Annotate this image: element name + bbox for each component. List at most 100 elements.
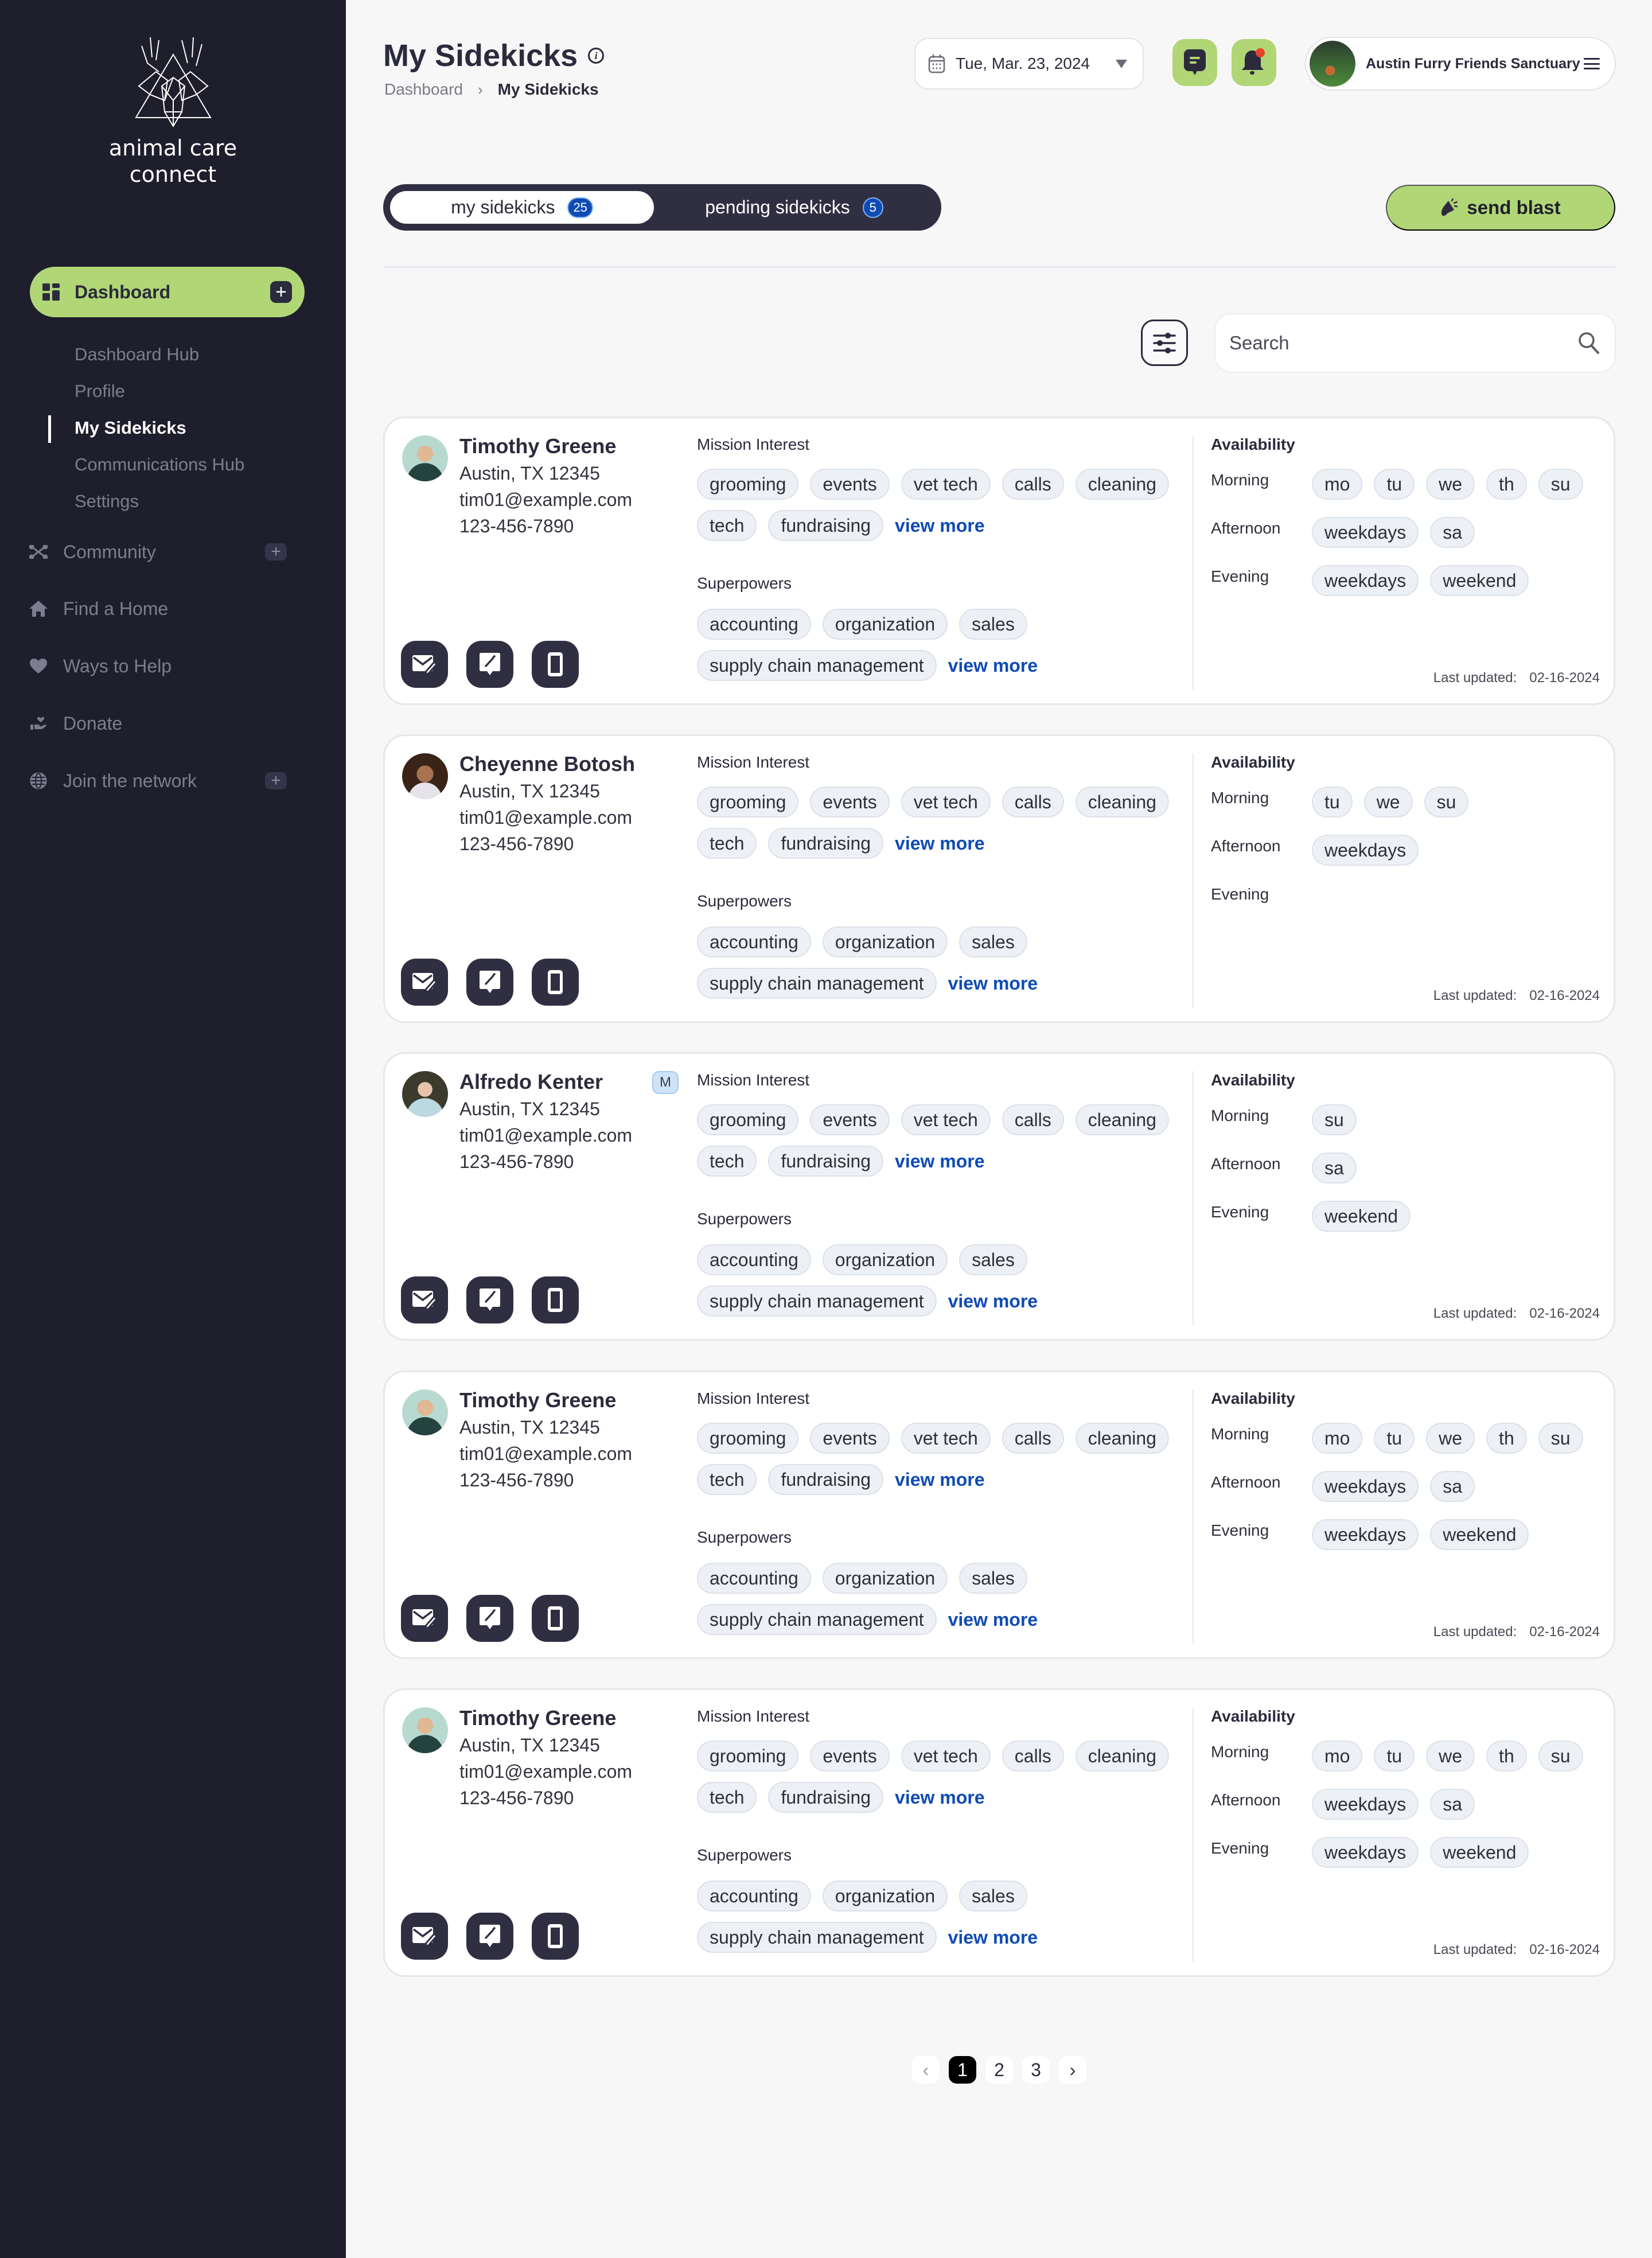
sidebar-subitem-settings[interactable]: Settings — [48, 486, 244, 523]
sidekick-email[interactable]: tim01@example.com — [459, 1125, 632, 1146]
org-profile-menu[interactable]: Austin Furry Friends Sanctuary — [1305, 37, 1616, 91]
sidekick-phone[interactable]: 123-456-7890 — [459, 516, 574, 537]
view-more-link[interactable]: view more — [895, 510, 985, 541]
call-button[interactable] — [532, 1913, 579, 1960]
dashboard-submenu: Dashboard Hub Profile My Sidekicks Commu… — [48, 340, 244, 523]
email-button[interactable] — [401, 1595, 448, 1642]
prev-page-button[interactable]: ‹ — [912, 2056, 940, 2084]
mission-interest-tag: events — [810, 787, 890, 817]
page-3-button[interactable]: 3 — [1022, 2056, 1050, 2084]
slot-label: Morning — [1211, 1425, 1269, 1443]
sidebar-item-donate[interactable]: Donate — [29, 706, 287, 741]
email-button[interactable] — [401, 1276, 448, 1323]
tab-my-sidekicks[interactable]: my sidekicks 25 — [390, 191, 654, 224]
call-button[interactable] — [532, 641, 579, 688]
message-button[interactable] — [466, 1913, 513, 1960]
notifications-button[interactable] — [1232, 39, 1276, 86]
call-button[interactable] — [532, 1276, 579, 1323]
call-button[interactable] — [532, 1595, 579, 1642]
superpower-tag: accounting — [697, 609, 811, 640]
sidekick-phone[interactable]: 123-456-7890 — [459, 1151, 574, 1173]
message-button[interactable] — [466, 1276, 513, 1323]
tab-pending-sidekicks[interactable]: pending sidekicks 5 — [654, 191, 934, 224]
superpower-tag: organization — [822, 926, 948, 957]
sidebar-subitem-dashboard-hub[interactable]: Dashboard Hub — [48, 340, 244, 376]
slot-label: Evening — [1211, 1839, 1269, 1857]
message-button[interactable] — [466, 959, 513, 1006]
sidekick-name[interactable]: Timothy Greene — [459, 434, 616, 458]
email-button[interactable] — [401, 959, 448, 1006]
sidekick-avatar[interactable] — [402, 435, 448, 481]
expand-dashboard-button[interactable]: + — [270, 281, 292, 303]
brand-name-line1: animal care — [108, 135, 237, 161]
sidebar-item-dashboard[interactable]: Dashboard + — [30, 267, 305, 317]
view-more-link[interactable]: view more — [948, 968, 1038, 999]
view-more-link[interactable]: view more — [948, 1604, 1038, 1635]
expand-community-button[interactable]: + — [265, 542, 287, 561]
sidekick-name[interactable]: Cheyenne Botosh — [459, 752, 635, 776]
availability-afternoon: Afternoon weekdays sa — [1211, 1471, 1475, 1502]
sidebar-item-community[interactable]: Community + — [29, 535, 287, 569]
last-updated-date: 02-16-2024 — [1529, 1624, 1600, 1640]
email-button[interactable] — [401, 641, 448, 688]
message-button[interactable] — [466, 1595, 513, 1642]
hamburger-menu-icon[interactable] — [1584, 58, 1600, 69]
info-icon[interactable]: i — [588, 48, 605, 64]
superpower-tag: organization — [822, 1881, 948, 1911]
messages-button[interactable] — [1172, 39, 1217, 86]
filter-button[interactable] — [1141, 320, 1188, 366]
mission-interest-tag: cleaning — [1075, 1423, 1169, 1454]
page-2-button[interactable]: 2 — [985, 2056, 1013, 2084]
brand-logo[interactable]: animal care connect — [0, 32, 346, 188]
superpower-tag: accounting — [697, 926, 811, 957]
view-more-link[interactable]: view more — [948, 1922, 1038, 1953]
sidebar-subitem-profile[interactable]: Profile — [48, 376, 244, 413]
next-page-button[interactable]: › — [1059, 2056, 1086, 2084]
superpowers-tags: accounting organization sales supply chain … — [697, 926, 1190, 1009]
sidekick-name[interactable]: Alfredo Kenter — [459, 1070, 603, 1094]
sidekick-phone[interactable]: 123-456-7890 — [459, 1788, 574, 1809]
availability-tag: sa — [1312, 1153, 1357, 1183]
sidekick-name[interactable]: Timothy Greene — [459, 1388, 616, 1412]
org-avatar — [1310, 41, 1355, 87]
sidekick-avatar[interactable] — [402, 753, 448, 799]
sidebar-subitem-communications-hub[interactable]: Communications Hub — [48, 450, 244, 486]
sidekick-email[interactable]: tim01@example.com — [459, 1443, 632, 1465]
date-picker[interactable]: Tue, Mar. 23, 2024 — [914, 38, 1144, 89]
sidekick-email[interactable]: tim01@example.com — [459, 1761, 632, 1782]
view-more-link[interactable]: view more — [895, 1464, 985, 1495]
sidebar-item-join-the-network[interactable]: Join the network + — [29, 764, 287, 798]
sidekick-phone[interactable]: 123-456-7890 — [459, 834, 574, 855]
view-more-link[interactable]: view more — [895, 1782, 985, 1813]
availability-tag: we — [1426, 1423, 1475, 1454]
availability-morning: Morning mo tu we th su — [1211, 1741, 1583, 1772]
sidekick-avatar[interactable] — [402, 1389, 448, 1435]
message-button[interactable] — [466, 641, 513, 688]
search-icon[interactable] — [1578, 332, 1600, 355]
view-more-link[interactable]: view more — [895, 1146, 985, 1177]
sidebar-item-ways-to-help[interactable]: Ways to Help — [29, 649, 287, 683]
view-more-link[interactable]: view more — [948, 1286, 1038, 1317]
sidebar-subitem-my-sidekicks[interactable]: My Sidekicks — [48, 413, 244, 450]
sidekick-name[interactable]: Timothy Greene — [459, 1706, 616, 1730]
search-input[interactable] — [1229, 332, 1578, 354]
page-1-button[interactable]: 1 — [949, 2056, 976, 2084]
last-updated: Last updated: 02-16-2024 — [1433, 988, 1600, 1004]
sidekick-avatar[interactable] — [402, 1707, 448, 1753]
slot-label: Evening — [1211, 567, 1269, 585]
send-blast-button[interactable]: send blast — [1386, 185, 1615, 231]
search-field[interactable] — [1214, 313, 1616, 373]
email-button[interactable] — [401, 1913, 448, 1960]
contact-actions — [401, 1595, 579, 1642]
breadcrumb-dashboard[interactable]: Dashboard — [384, 80, 463, 99]
sidekick-avatar[interactable] — [402, 1071, 448, 1117]
sidekick-email[interactable]: tim01@example.com — [459, 807, 632, 828]
view-more-link[interactable]: view more — [948, 650, 1038, 681]
expand-join-network-button[interactable]: + — [265, 771, 287, 790]
sidekick-phone[interactable]: 123-456-7890 — [459, 1470, 574, 1491]
mission-interest-tag: fundraising — [768, 828, 884, 859]
sidekick-email[interactable]: tim01@example.com — [459, 489, 632, 511]
view-more-link[interactable]: view more — [895, 828, 985, 859]
call-button[interactable] — [532, 959, 579, 1006]
sidebar-item-find-a-home[interactable]: Find a Home — [29, 591, 287, 626]
